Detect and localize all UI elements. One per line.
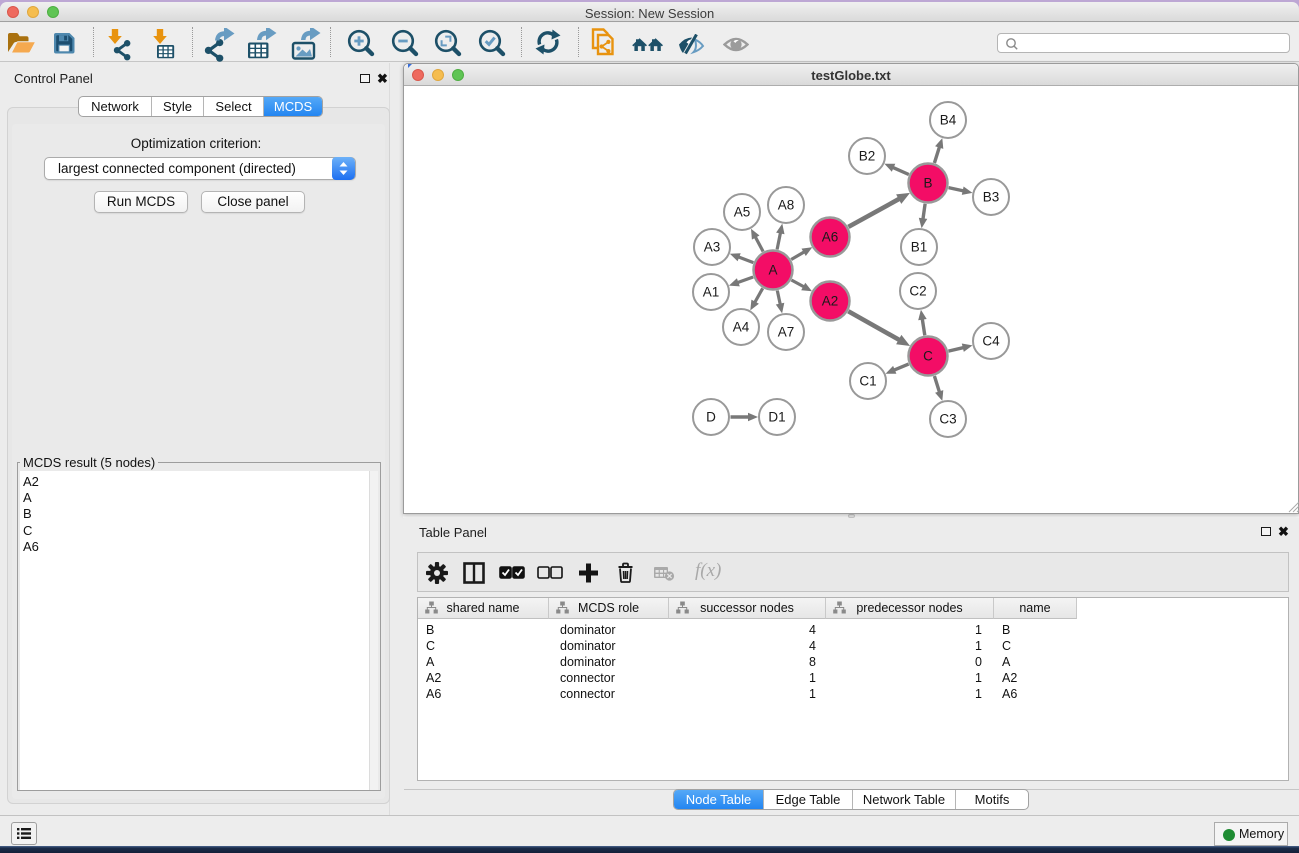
svg-text:A3: A3	[704, 240, 721, 255]
svg-text:D: D	[706, 410, 716, 425]
svg-text:B4: B4	[940, 113, 957, 128]
svg-text:A: A	[768, 263, 777, 278]
svg-text:C: C	[923, 349, 933, 364]
svg-text:A2: A2	[822, 294, 839, 309]
svg-text:B1: B1	[911, 240, 928, 255]
svg-text:A7: A7	[778, 325, 795, 340]
svg-text:C2: C2	[909, 284, 926, 299]
svg-text:A1: A1	[703, 285, 720, 300]
svg-text:C4: C4	[982, 334, 1000, 349]
svg-text:D1: D1	[768, 410, 785, 425]
svg-text:C1: C1	[859, 374, 876, 389]
svg-text:B3: B3	[983, 190, 1000, 205]
svg-text:C3: C3	[939, 412, 956, 427]
svg-text:B: B	[923, 176, 932, 191]
svg-text:A6: A6	[822, 230, 839, 245]
svg-text:A8: A8	[778, 198, 795, 213]
svg-text:B2: B2	[859, 149, 876, 164]
svg-text:A4: A4	[733, 320, 750, 335]
svg-text:A5: A5	[734, 205, 751, 220]
